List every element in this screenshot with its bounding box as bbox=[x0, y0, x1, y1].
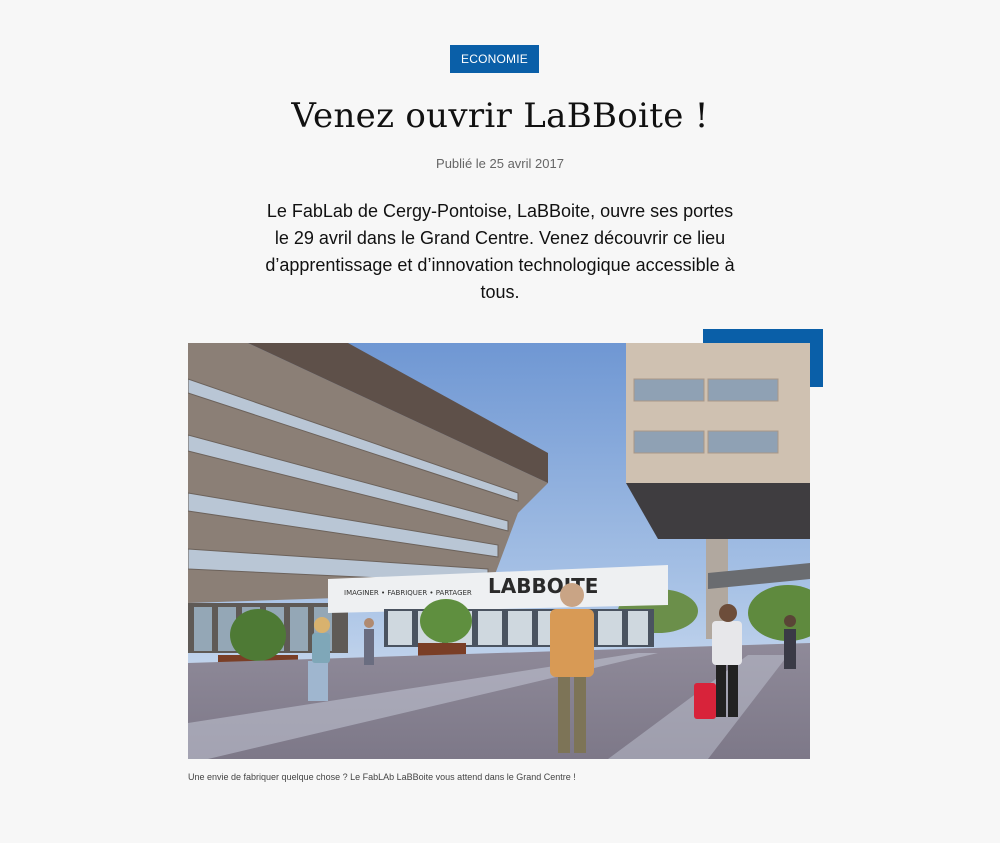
category-badge[interactable]: ECONOMIE bbox=[450, 45, 539, 73]
publish-date: Publié le 25 avril 2017 bbox=[436, 156, 564, 171]
article-intro: Le FabLab de Cergy-Pontoise, LaBBoite, o… bbox=[265, 201, 735, 302]
page-title: Venez ouvrir LaBBoite ! bbox=[291, 96, 709, 136]
pavilion-sign-slogan: IMAGINER • FABRIQUER • PARTAGER bbox=[344, 589, 472, 597]
image-caption: Une envie de fabriquer quelque chose ? L… bbox=[188, 772, 576, 782]
hero-image: LABBOITE IMAGINER • FABRIQUER • PARTAGER bbox=[188, 343, 810, 759]
